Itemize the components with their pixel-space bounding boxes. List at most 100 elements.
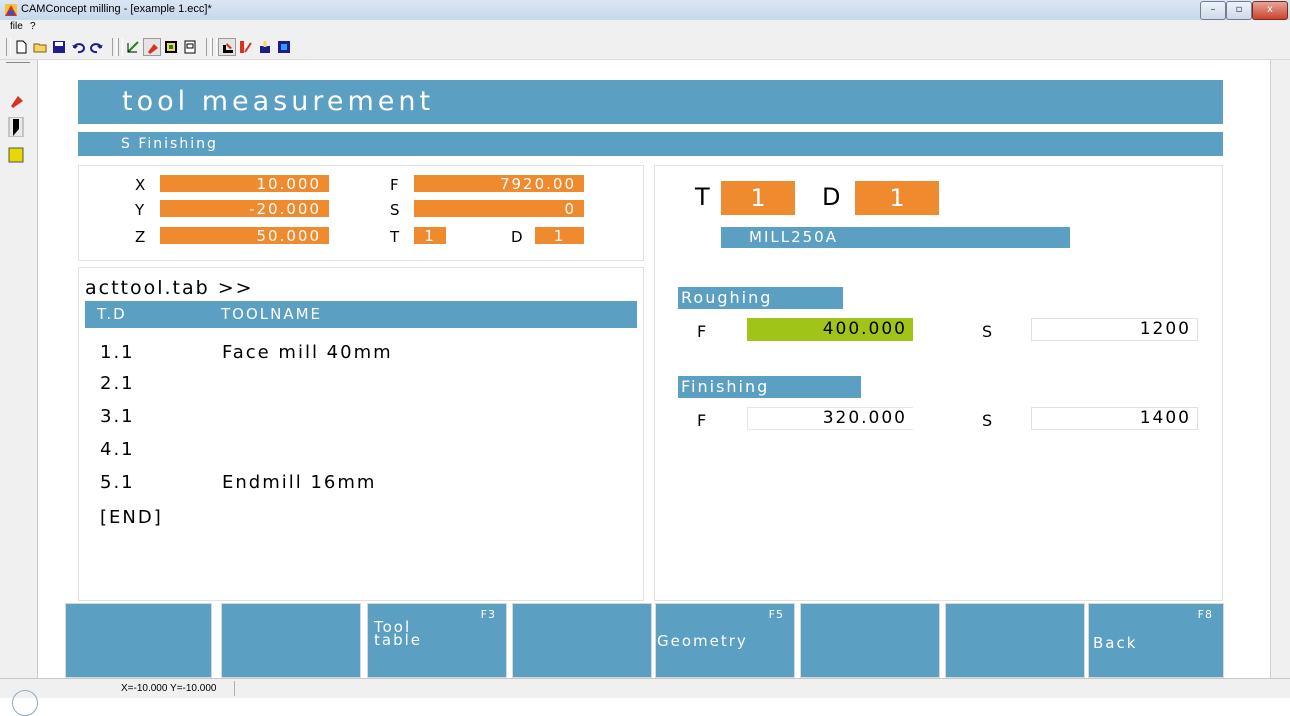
softkey-fn: F3: [480, 608, 496, 621]
softkey-fn: F8: [1197, 608, 1213, 621]
status-bar: X=-10.000 Y=-10.000: [0, 678, 1290, 716]
stop-icon[interactable]: [275, 38, 293, 56]
tool-list-row[interactable]: 4.1: [100, 439, 135, 460]
softkey-label: Tool table: [374, 618, 422, 649]
finishing-title: Finishing: [678, 376, 861, 398]
tool-list-row[interactable]: 2.1: [100, 373, 135, 394]
row-td: 5.1: [100, 472, 135, 493]
cnc-screen: tool measurement S Finishing X 10.000 Y …: [64, 68, 1234, 678]
axis-x-label: X: [135, 176, 146, 194]
tool-d-value: 1: [534, 226, 585, 245]
roughing-s-value[interactable]: 1200: [1031, 318, 1198, 341]
toolbar-separator: [206, 38, 211, 56]
left-palette: [0, 60, 38, 678]
softkey-back[interactable]: F8 Back: [1088, 603, 1224, 678]
softkey-fn: F5: [768, 608, 784, 621]
softkey-geometry[interactable]: F5 Geometry: [655, 603, 795, 678]
tool-icon[interactable]: [237, 38, 255, 56]
big-tool-t-label: T: [695, 183, 710, 211]
maximize-button[interactable]: ▫: [1226, 1, 1252, 20]
row-td: 3.1: [100, 406, 135, 427]
page-subtitle: S Finishing: [78, 132, 1223, 156]
milling-mode-icon[interactable]: [7, 91, 27, 111]
spindle-value: 0: [413, 199, 585, 218]
toolbar-separator: [118, 38, 123, 56]
tool-list-row[interactable]: 5.1 Endmill 16mm: [100, 472, 374, 493]
big-tool-d-value: 1: [855, 181, 939, 215]
spindle-label: S: [390, 201, 400, 219]
window-title: CAMConcept milling - [example 1.ecc]*: [21, 3, 212, 15]
finishing-s-value[interactable]: 1400: [1031, 407, 1198, 430]
softkey-tool-table[interactable]: F3 Tool table: [367, 603, 507, 678]
row-toolname: Endmill 16mm: [222, 472, 377, 493]
row-td: 4.1: [100, 439, 135, 460]
axis-z-label: Z: [135, 228, 146, 246]
menu-bar: file ?: [0, 20, 1290, 35]
tool-list-end: [END]: [100, 507, 163, 528]
tool-list-row[interactable]: 1.1 Face mill 40mm: [100, 342, 391, 363]
title-bar: CAMConcept milling - [example 1.ecc]* – …: [0, 0, 1290, 21]
save-icon[interactable]: [50, 38, 68, 56]
softkey-4[interactable]: [512, 603, 652, 678]
page-title: tool measurement: [78, 80, 1223, 124]
softkey-label: Back: [1093, 634, 1138, 652]
feed-label: F: [390, 176, 399, 194]
softkey-bar: F3 Tool table F5 Geometry F8 Back: [64, 603, 1224, 678]
finishing-f-value[interactable]: 320.000: [747, 407, 913, 430]
undo-icon[interactable]: [69, 38, 87, 56]
simulation-icon[interactable]: [162, 38, 180, 56]
roughing-f-label: F: [697, 322, 707, 341]
minimize-button[interactable]: –: [1200, 1, 1226, 20]
tool-list-header: T.D TOOLNAME: [85, 301, 637, 328]
machine-icon[interactable]: [256, 38, 274, 56]
column-header-toolname: TOOLNAME: [221, 305, 323, 323]
column-header-td: T.D: [97, 305, 127, 323]
tool-d-label: D: [511, 228, 523, 246]
axis-x-value: 10.000: [159, 174, 330, 193]
tool-list-title: acttool.tab >>: [85, 277, 254, 299]
row-td: 2.1: [100, 373, 135, 394]
axis-y-label: Y: [135, 201, 145, 219]
finishing-s-label: S: [982, 411, 993, 430]
roughing-title: Roughing: [678, 287, 843, 309]
toolbar: [0, 35, 1290, 60]
tool-t-label: T: [390, 228, 400, 246]
softkey-7[interactable]: [945, 603, 1085, 678]
redo-icon[interactable]: [88, 38, 106, 56]
softkey-6[interactable]: [800, 603, 940, 678]
menu-help[interactable]: ?: [30, 21, 36, 32]
big-tool-d-label: D: [822, 183, 841, 211]
row-td: 1.1: [100, 342, 135, 363]
window-icon[interactable]: [181, 38, 199, 56]
right-strip: [1270, 60, 1290, 678]
tool-t-value: 1: [413, 226, 447, 245]
roughing-f-value[interactable]: 400.000: [747, 318, 913, 341]
axis-z-value: 50.000: [159, 226, 330, 245]
stock-mode-icon[interactable]: [7, 145, 27, 165]
open-folder-icon[interactable]: [31, 38, 49, 56]
milling-icon[interactable]: [143, 38, 161, 56]
softkey-2[interactable]: [221, 603, 361, 678]
row-toolname: Face mill 40mm: [222, 342, 393, 363]
measure-icon[interactable]: [218, 38, 236, 56]
position-panel: X 10.000 Y -20.000 Z 50.000 F 7920.00 S …: [78, 165, 644, 261]
feed-value: 7920.00: [413, 174, 585, 193]
roughing-s-label: S: [982, 322, 993, 341]
toolbar-separator: [112, 38, 117, 56]
tool-name: MILL250A: [721, 227, 1070, 248]
axis-y-value: -20.000: [159, 199, 330, 218]
tool-list-row[interactable]: 3.1: [100, 406, 135, 427]
status-divider: [234, 681, 235, 696]
new-file-icon[interactable]: [12, 38, 30, 56]
softkey-1[interactable]: [65, 603, 212, 678]
sketch-icon[interactable]: [124, 38, 142, 56]
toolbar-separator: [212, 38, 217, 56]
tool-mode-icon[interactable]: [7, 117, 27, 137]
big-tool-t-value: 1: [721, 181, 795, 215]
app-icon: [5, 4, 17, 16]
menu-file[interactable]: file: [10, 21, 23, 32]
close-button[interactable]: x: [1252, 1, 1288, 20]
cursor-coordinates: X=-10.000 Y=-10.000: [121, 683, 217, 694]
softkey-label: Geometry: [657, 632, 748, 650]
finishing-f-label: F: [697, 411, 707, 430]
